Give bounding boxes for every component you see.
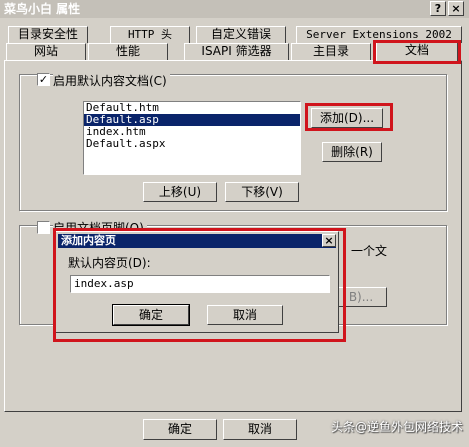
watermark-text: 头条@逆鱼外包网络技术 — [330, 420, 463, 434]
move-down-button[interactable]: 下移(V) — [225, 182, 299, 202]
tab-performance[interactable]: 性能 — [88, 43, 168, 60]
dialog-title-bar: 添加内容页 — [58, 234, 336, 248]
enable-footer-checkbox[interactable] — [37, 221, 50, 234]
properties-window: 菜鸟小白 属性 ? × 目录安全性 HTTP 头 自定义错误 Server Ex… — [0, 0, 469, 447]
tab-documents[interactable]: 文档 — [376, 42, 458, 61]
tab-server-extensions[interactable]: Server Extensions 2002 — [296, 26, 462, 43]
dialog-field-label: 默认内容页(D): — [68, 256, 151, 270]
enable-default-label: 启用默认内容文档(C) — [53, 72, 170, 89]
tab-directory-security[interactable]: 目录安全性 — [8, 26, 88, 43]
tab-home-directory[interactable]: 主目录 — [291, 43, 371, 60]
title-bar: 菜鸟小白 属性 — [0, 0, 469, 18]
window-title: 菜鸟小白 属性 — [4, 2, 81, 16]
tab-http-headers[interactable]: HTTP 头 — [110, 26, 190, 43]
browse-button[interactable]: B)... — [335, 287, 387, 307]
dialog-close-button[interactable]: × — [322, 234, 336, 247]
dialog-title: 添加内容页 — [61, 234, 116, 247]
close-button[interactable]: × — [448, 1, 464, 16]
default-docs-list[interactable]: Default.htm Default.asp index.htm Defaul… — [83, 101, 301, 175]
help-button[interactable]: ? — [430, 1, 446, 16]
remove-button[interactable]: 删除(R) — [322, 142, 382, 162]
tab-isapi-filters[interactable]: ISAPI 筛选器 — [184, 43, 289, 60]
tab-website[interactable]: 网站 — [6, 43, 86, 60]
move-up-button[interactable]: 上移(U) — [143, 182, 217, 202]
tab-custom-errors[interactable]: 自定义错误 — [196, 26, 286, 43]
footer-description-text: 一个文 — [351, 244, 388, 258]
ok-button[interactable]: 确定 — [143, 419, 217, 440]
dialog-cancel-button[interactable]: 取消 — [207, 305, 283, 325]
add-button[interactable]: 添加(D)... — [311, 108, 383, 128]
add-content-page-dialog: 添加内容页 × 默认内容页(D): index.asp 确定 取消 — [55, 231, 339, 333]
default-page-input[interactable]: index.asp — [70, 275, 330, 293]
dialog-ok-button[interactable]: 确定 — [112, 304, 190, 326]
list-item[interactable]: Default.aspx — [84, 138, 300, 150]
enable-default-checkbox[interactable]: ✓ — [37, 73, 50, 86]
cancel-button[interactable]: 取消 — [223, 419, 297, 440]
